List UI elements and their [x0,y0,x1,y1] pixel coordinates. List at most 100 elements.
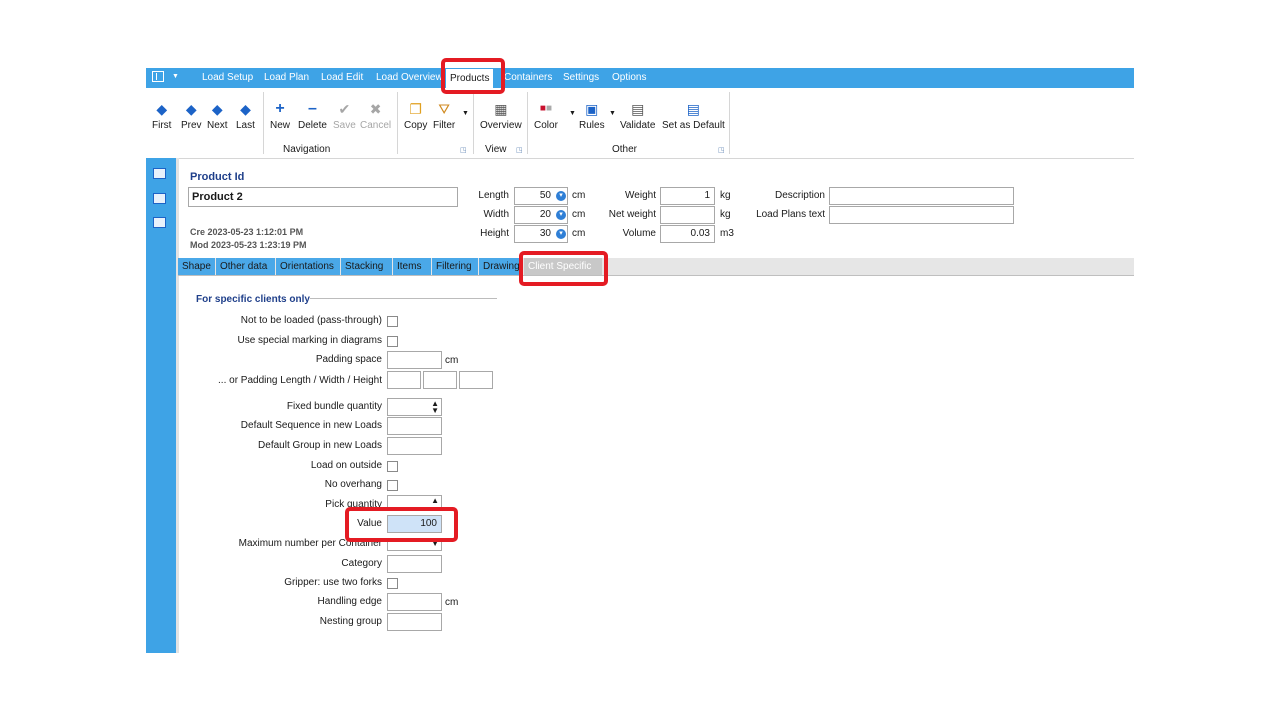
default-sequence-label: Default Sequence in new Loads [240,420,382,431]
up-arrow-icon[interactable]: ▲ [431,497,439,505]
not-to-be-loaded-checkbox[interactable] [387,316,398,327]
filter-button[interactable]: ⛛ Filter [433,98,455,131]
product-id-input[interactable]: Product 2 [188,187,458,207]
first-button[interactable]: ◆ First [152,98,171,131]
load-on-outside-checkbox[interactable] [387,461,398,472]
padding-space-input[interactable] [387,351,442,369]
delete-button[interactable]: – Delete [298,98,327,131]
set-as-default-button[interactable]: ▤ Set as Default [662,98,725,131]
menu-containers[interactable]: Containers [504,72,552,83]
fixed-bundle-stepper[interactable]: ▲ ▼ [387,398,442,416]
filter-dropdown-icon[interactable]: ▼ [462,110,469,117]
tab-orientations[interactable]: Orientations [276,258,340,275]
prev-button[interactable]: ◆ Prev [181,98,202,131]
handling-edge-label: Handling edge [317,596,383,607]
width-unit: cm [572,209,586,220]
tab-shape[interactable]: Shape [178,258,215,275]
special-marking-label: Use special marking in diagrams [237,335,382,346]
color-dropdown-icon[interactable]: ▼ [569,110,576,117]
validate-button[interactable]: ▤ Validate [620,98,655,131]
padding-height-input[interactable] [459,371,493,389]
cancel-button[interactable]: ✖ Cancel [360,98,391,131]
special-marking-checkbox[interactable] [387,336,398,347]
default-sequence-input[interactable] [387,417,442,435]
table-icon[interactable] [153,193,166,204]
menu-load-overview[interactable]: Load Overview [376,72,443,83]
volume-label: Volume [622,228,656,239]
height-label: Height [480,228,509,239]
modified-timestamp: Mod 2023-05-23 1:23:19 PM [190,240,307,250]
tree-icon[interactable] [153,168,166,179]
client-specific-tab-highlight [519,251,608,286]
copy-button[interactable]: ❐ Copy [404,98,427,131]
weight-input[interactable]: 1 [660,187,715,205]
menu-settings[interactable]: Settings [563,72,599,83]
length-label: Length [478,190,509,201]
left-rail: Products [122,158,176,653]
menu-load-setup[interactable]: Load Setup [202,72,253,83]
net-weight-label: Net weight [608,209,656,220]
last-button[interactable]: ◆ Last [236,98,255,131]
handling-edge-unit: cm [445,597,459,608]
menu-load-plan[interactable]: Load Plan [264,72,309,83]
no-overhang-checkbox[interactable] [387,480,398,491]
weight-label: Weight [625,190,656,201]
ribbon: ◆ First ◆ Prev ◆ Next ◆ Last + New – Del… [146,88,1134,159]
volume-input[interactable]: 0.03 [660,225,715,243]
width-dropdown-icon[interactable]: ▾ [556,210,566,220]
net-weight-unit: kg [720,209,731,220]
padding-width-input[interactable] [423,371,457,389]
tab-filtering[interactable]: Filtering [432,258,478,275]
default-group-label: Default Group in new Loads [258,440,382,451]
filter-icon: ⛛ [438,101,450,117]
nesting-group-input[interactable] [387,613,442,631]
rail-label: Products [122,515,139,583]
save-button[interactable]: ✔ Save [333,98,356,131]
category-input[interactable] [387,555,442,573]
value-field-highlight [345,507,458,542]
fixed-bundle-label: Fixed bundle quantity [286,401,382,412]
gripper-checkbox[interactable] [387,578,398,589]
description-input[interactable] [829,187,1014,205]
default-group-input[interactable] [387,437,442,455]
load-plans-text-input[interactable] [829,206,1014,224]
color-button[interactable]: ■■ Color [534,98,558,131]
next-button[interactable]: ◆ Next [207,98,228,131]
close-icon: ✖ [369,101,382,117]
set-default-icon: ▤ [686,101,701,117]
description-label: Description [774,190,825,201]
section-divider [310,298,497,299]
tab-items[interactable]: Items [393,258,431,275]
new-button[interactable]: + New [270,98,290,131]
products-menu-highlight [441,58,505,94]
handling-edge-input[interactable] [387,593,442,611]
padding-length-input[interactable] [387,371,421,389]
overview-button[interactable]: ▦ Overview [480,98,522,131]
next-icon: ◆ [211,101,223,117]
tab-other-data[interactable]: Other data [216,258,275,275]
other-expand-icon[interactable]: ◳ [718,146,725,154]
image-icon[interactable] [153,217,166,228]
menu-bar: ▼ Load Setup Load Plan Load Edit Load Ov… [146,68,1134,88]
rules-dropdown-icon[interactable]: ▼ [609,110,616,117]
not-to-be-loaded-label: Not to be loaded (pass-through) [240,315,382,326]
rules-button[interactable]: ▣ Rules [579,98,605,131]
view-expand-icon[interactable]: ◳ [516,146,523,154]
length-dropdown-icon[interactable]: ▾ [556,191,566,201]
color-swatch-icon: ■■ [539,103,552,114]
height-dropdown-icon[interactable]: ▾ [556,229,566,239]
net-weight-input[interactable] [660,206,715,224]
width-label: Width [483,209,509,220]
menu-load-edit[interactable]: Load Edit [321,72,363,83]
navigation-expand-icon[interactable]: ◳ [460,146,467,154]
pick-quantity-stepper[interactable]: ▲ [387,495,442,507]
tab-stacking[interactable]: Stacking [341,258,392,275]
grid-icon: ▦ [494,101,508,117]
tab-drawing[interactable]: Drawing [479,258,523,275]
app-menu-icon[interactable] [152,71,164,82]
category-label: Category [341,558,382,569]
menu-options[interactable]: Options [612,72,646,83]
last-icon: ◆ [240,101,251,117]
spinner-arrows-icon[interactable]: ▲ ▼ [431,400,439,415]
chevron-down-icon[interactable]: ▼ [172,73,179,80]
